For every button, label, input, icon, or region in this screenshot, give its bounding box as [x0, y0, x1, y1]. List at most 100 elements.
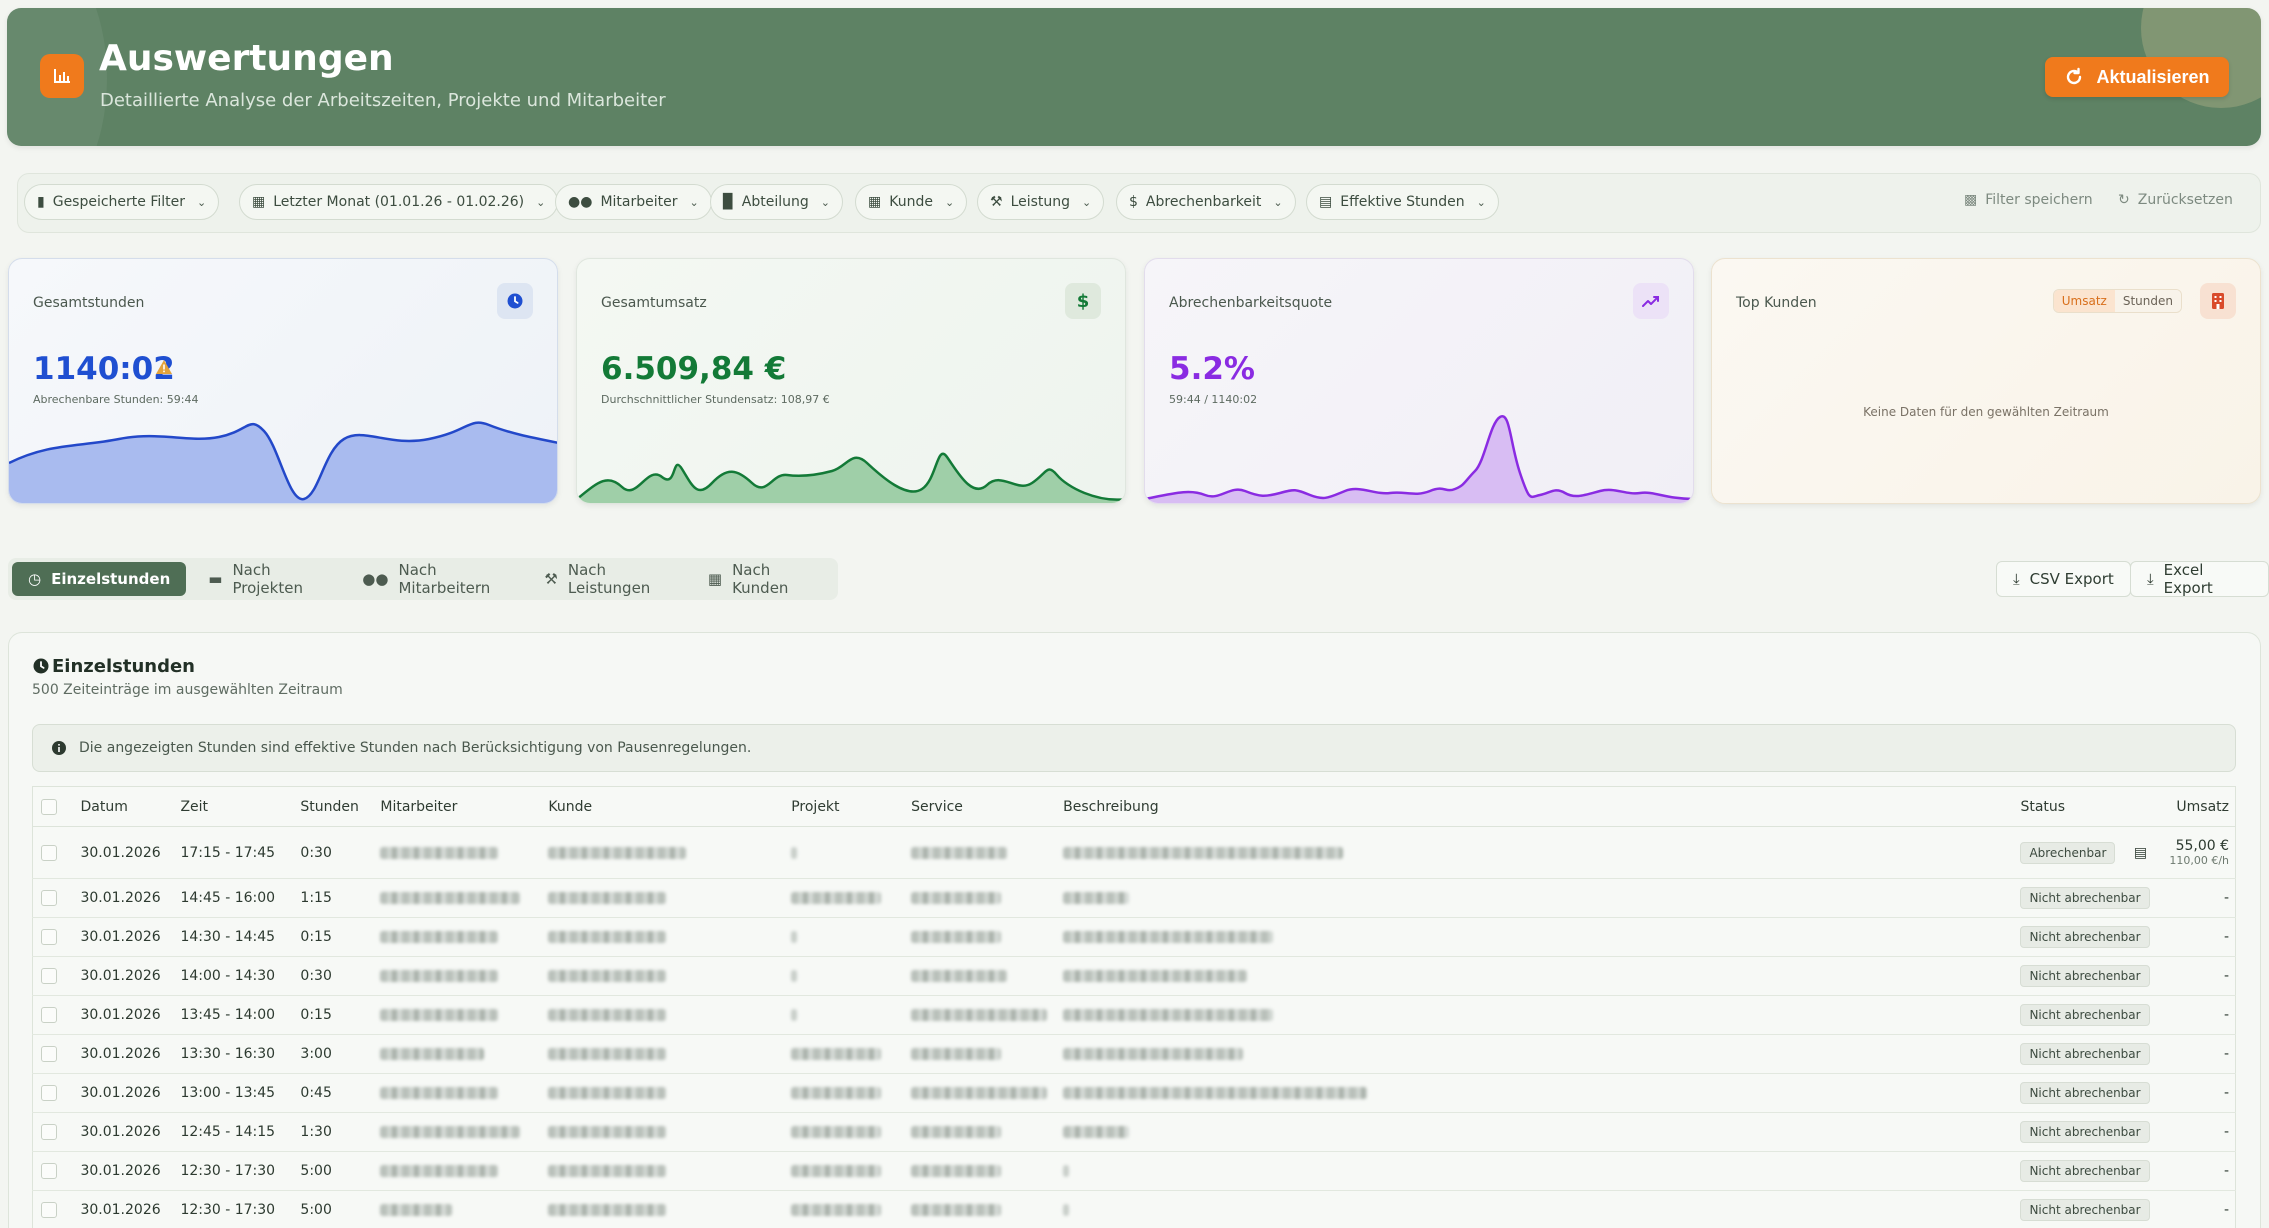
wrench-icon: ⚒: [990, 194, 1003, 210]
cell-date: 30.01.2026: [80, 1073, 181, 1113]
column-header[interactable]: Mitarbeiter: [380, 786, 549, 827]
row-checkbox[interactable]: [41, 890, 57, 906]
reset-button[interactable]: ↻ Zurücksetzen: [2118, 192, 2233, 208]
column-header[interactable]: Datum: [80, 786, 181, 827]
cell-date: 30.01.2026: [80, 878, 181, 918]
redacted-customer: [548, 1009, 667, 1021]
revenue-sparkline: [577, 452, 1125, 503]
redacted-service: [911, 970, 1008, 982]
table-row[interactable]: 30.01.2026 14:30 - 14:45 0:15 Nicht abre…: [32, 917, 2236, 957]
cell-date: 30.01.2026: [80, 1190, 181, 1228]
tab-projects[interactable]: ▬ Nach Projekten: [192, 561, 340, 597]
cell-date: 30.01.2026: [80, 826, 181, 879]
table-row[interactable]: 30.01.2026 12:30 - 17:30 5:00 Nicht abre…: [32, 1151, 2236, 1191]
select-all-checkbox[interactable]: [41, 798, 57, 815]
cell-hours: 1:30: [300, 1112, 381, 1152]
calculator-icon: ▤: [1319, 194, 1333, 210]
redacted-customer: [548, 931, 667, 943]
redacted-project: [791, 892, 882, 904]
billability-filter-dropdown[interactable]: $ Abrechenbarkeit ⌄: [1116, 184, 1296, 220]
tab-einzelstunden[interactable]: ◷ Einzelstunden: [12, 562, 187, 596]
column-header[interactable]: Status: [2020, 786, 2166, 827]
redacted-customer: [548, 1087, 667, 1099]
excel-export-button[interactable]: ⤓ Excel Export: [2130, 561, 2269, 597]
table-row[interactable]: 30.01.2026 12:30 - 17:30 5:00 Nicht abre…: [32, 1190, 2236, 1228]
table-header: Datum Zeit Stunden Mitarbeiter Kunde Pro…: [32, 786, 2236, 827]
tab-label: Nach Kunden: [732, 561, 789, 597]
toggle-revenue[interactable]: Umsatz: [2053, 290, 2115, 312]
redacted-project: [791, 846, 798, 859]
cell-amount: -: [2165, 878, 2236, 918]
customer-filter-dropdown[interactable]: ▦ Kunde ⌄: [855, 184, 968, 220]
tab-employees[interactable]: ●● Nach Mitarbeitern: [346, 561, 522, 597]
save-filter-button[interactable]: ▩ Filter speichern: [1964, 192, 2093, 208]
table-row[interactable]: 30.01.2026 14:45 - 16:00 1:15 Nicht abre…: [32, 878, 2236, 918]
column-header[interactable]: Service: [911, 786, 1064, 827]
chip-label: Gespeicherte Filter: [52, 194, 186, 210]
redacted-project: [791, 1087, 882, 1099]
tab-label: Nach Projekten: [232, 561, 303, 597]
tab-label: Nach Mitarbeitern: [398, 561, 491, 597]
redacted-description: [1063, 1087, 1368, 1099]
info-text: Die angezeigten Stunden sind effektive S…: [79, 740, 752, 756]
table-row[interactable]: 30.01.2026 13:30 - 16:30 3:00 Nicht abre…: [32, 1034, 2236, 1074]
department-filter-dropdown[interactable]: ▉ Abteilung ⌄: [710, 184, 843, 220]
row-checkbox[interactable]: [41, 1085, 57, 1101]
status-badge: Nicht abrechenbar: [2020, 1160, 2150, 1182]
column-header[interactable]: Umsatz: [2165, 786, 2236, 827]
employee-filter-dropdown[interactable]: ●● Mitarbeiter ⌄: [555, 184, 712, 220]
excel-export-label: Excel Export: [2163, 561, 2213, 597]
column-header[interactable]: Kunde: [548, 786, 792, 827]
date-range-dropdown[interactable]: ▦ Letzter Monat (01.01.26 - 01.02.26) ⌄: [239, 184, 559, 220]
billable-quota-value: 5.2%: [1169, 351, 1255, 387]
cell-time: 13:00 - 13:45: [180, 1073, 301, 1113]
view-tabs: ◷ Einzelstunden ▬ Nach Projekten ●● Nach Mi…: [8, 558, 838, 600]
document-icon[interactable]: ▤: [2134, 845, 2147, 861]
cell-amount: -: [2165, 995, 2236, 1035]
page-title: Auswertungen: [99, 38, 394, 79]
refresh-button[interactable]: Aktualisieren: [2045, 57, 2229, 97]
cell-date: 30.01.2026: [80, 1151, 181, 1191]
row-checkbox[interactable]: [41, 1124, 57, 1140]
column-header[interactable]: Beschreibung: [1063, 786, 2021, 827]
row-checkbox[interactable]: [41, 1163, 57, 1179]
cell-hours: 5:00: [300, 1190, 381, 1228]
info-banner: Die angezeigten Stunden sind effektive S…: [32, 724, 2236, 772]
column-header[interactable]: Stunden: [300, 786, 381, 827]
row-checkbox[interactable]: [41, 929, 57, 945]
csv-export-button[interactable]: ⤓ CSV Export: [1996, 561, 2131, 597]
redacted-employee: [380, 1087, 499, 1099]
chevron-down-icon: ⌄: [689, 195, 699, 209]
tab-label: Nach Leistungen: [567, 561, 651, 597]
table-row[interactable]: 30.01.2026 13:00 - 13:45 0:45 Nicht abre…: [32, 1073, 2236, 1113]
clock-icon: ◷: [28, 570, 42, 588]
card-title: Gesamtumsatz: [601, 295, 707, 311]
effective-hours-dropdown[interactable]: ▤ Effektive Stunden ⌄: [1306, 184, 1499, 220]
row-checkbox[interactable]: [41, 1046, 57, 1062]
redacted-service: [911, 1087, 1048, 1099]
table-row[interactable]: 30.01.2026 13:45 - 14:00 0:15 Nicht abre…: [32, 995, 2236, 1035]
table-row[interactable]: 30.01.2026 14:00 - 14:30 0:30 Nicht abre…: [32, 956, 2236, 996]
redacted-employee: [380, 1204, 453, 1216]
column-header[interactable]: Zeit: [180, 786, 301, 827]
table-row[interactable]: 30.01.2026 12:45 - 14:15 1:30 Nicht abre…: [32, 1112, 2236, 1152]
row-checkbox[interactable]: [41, 1202, 57, 1218]
refresh-label: Aktualisieren: [2096, 66, 2210, 87]
saved-filters-dropdown[interactable]: ▮ Gespeicherte Filter ⌄: [24, 184, 220, 220]
row-checkbox[interactable]: [41, 1007, 57, 1023]
cell-time: 14:45 - 16:00: [180, 878, 301, 918]
status-badge: Nicht abrechenbar: [2020, 1082, 2150, 1104]
status-badge: Abrechenbar: [2020, 841, 2116, 864]
cell-hours: 3:00: [300, 1034, 381, 1074]
tab-services[interactable]: ⚒ Nach Leistungen: [528, 561, 685, 597]
toggle-hours[interactable]: Stunden: [2114, 290, 2181, 312]
table-row[interactable]: 30.01.2026 17:15 - 17:45 0:30 Abrechenba…: [32, 826, 2236, 879]
tab-customers[interactable]: ▦ Nach Kunden: [692, 561, 828, 597]
redacted-customer: [548, 892, 667, 904]
row-checkbox[interactable]: [41, 968, 57, 984]
column-header[interactable]: Projekt: [791, 786, 912, 827]
redacted-service: [911, 892, 1002, 904]
service-filter-dropdown[interactable]: ⚒ Leistung ⌄: [977, 184, 1105, 220]
row-checkbox[interactable]: [41, 844, 57, 861]
bar-chart-icon: [40, 54, 84, 98]
